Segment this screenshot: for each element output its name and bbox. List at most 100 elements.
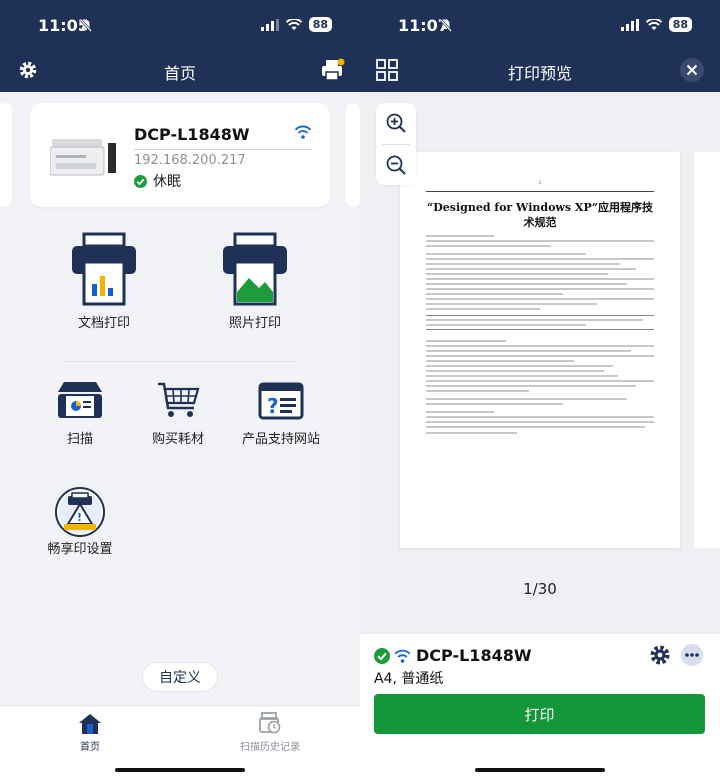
document-print-icon[interactable] [70,232,138,306]
app-header: 首页 [0,50,360,92]
text-line [426,345,654,347]
text-line [426,380,654,382]
scan-history-icon [259,712,281,734]
text-line [426,421,654,423]
printer-name: DCP-L1848W [134,125,250,144]
tab-home[interactable]: 首页 [60,706,120,756]
wifi-icon [285,18,302,30]
text-line [426,293,563,295]
status-bar: 11:07 88 [360,0,720,50]
shopping-cart-icon[interactable] [156,380,200,420]
zoom-out-icon[interactable] [386,155,406,175]
home-indicator [475,768,605,772]
text-line [426,258,654,260]
print-button[interactable]: 打印 [374,694,705,734]
section-rule [426,329,654,330]
app-header: 打印预览 [360,50,720,92]
text-line [426,253,586,255]
share-print-settings-icon[interactable]: ! [54,486,106,538]
check-circle-icon [374,648,390,664]
document-print-label: 文档打印 [77,316,130,331]
text-line [426,308,540,310]
printer-status-text: 休眠 [153,174,181,190]
next-printer-card[interactable] [346,103,360,207]
text-line [426,403,563,405]
mute-bell-icon [80,19,92,32]
photo-print-icon[interactable] [221,232,289,306]
text-line [426,245,552,247]
text-line [426,303,597,305]
status-indicators: 88 [260,17,332,32]
text-line [426,398,627,400]
text-line [426,350,632,352]
text-line [426,263,620,265]
text-line [426,298,654,300]
home-indicator [115,768,245,772]
svg-text:?: ? [267,394,279,418]
text-line [426,390,529,392]
section-divider [62,361,298,362]
text-line [426,355,654,357]
text-line [426,340,506,342]
print-settings-sheet: DCP-L1848W A4, 普通纸 打印 [360,633,720,780]
zoom-divider [382,144,410,145]
scan-label: 扫描 [66,432,93,447]
next-preview-page[interactable] [694,152,720,548]
prev-printer-card[interactable] [0,103,12,207]
printer-notify-icon[interactable] [320,57,346,83]
buy-supplies-label: 购买耗材 [151,432,204,447]
preview-page[interactable]: 1 “Designed for Windows XP”应用程序技术规范 [400,152,680,548]
text-line [426,416,654,418]
customize-button[interactable]: 自定义 [142,662,218,692]
share-print-settings-label: 畅享印设置 [47,542,113,557]
home-screen: 11:05 88 首页 DCP-L1848W 192.168.200.217 休… [0,0,360,780]
page-counter: 1/30 [523,580,557,598]
header-rule [426,191,654,192]
tab-home-label: 首页 [80,742,100,753]
print-preview-screen: 11:07 88 打印预览 1 “Designed for Windows XP… [360,0,720,780]
gear-icon[interactable] [649,644,671,666]
printer-status: 休眠 [134,171,181,191]
more-options-icon[interactable] [681,644,703,666]
wifi-icon [394,649,411,663]
text-line [426,432,518,434]
text-line [426,375,618,377]
text-line [426,365,613,367]
scan-icon[interactable] [58,380,102,420]
text-line [426,283,627,285]
selected-printer-name[interactable]: DCP-L1848W [416,646,531,665]
section-rule [426,315,654,316]
text-line [426,385,636,387]
text-line [426,370,604,372]
text-line [426,319,643,321]
tab-scan-history[interactable]: 扫描历史记录 [230,706,310,756]
text-line [426,273,609,275]
support-website-icon[interactable]: ? [258,382,304,420]
printer-ip: 192.168.200.217 [134,153,246,168]
document-title: “Designed for Windows XP”应用程序技术规范 [426,201,654,229]
status-indicators: 88 [620,17,692,32]
tab-bar: 首页 扫描历史记录 [0,705,360,780]
divider [134,149,312,150]
support-website-label: 产品支持网站 [241,432,320,447]
wifi-icon [645,18,662,30]
home-icon [79,714,101,734]
battery-indicator: 88 [668,17,692,32]
zoom-controls [376,103,416,185]
status-bar: 11:05 88 [0,0,360,50]
battery-indicator: 88 [308,17,332,32]
tab-scan-history-label: 扫描历史记录 [240,742,300,753]
check-circle-icon [134,174,147,188]
text-line [426,411,495,413]
mute-bell-icon [440,19,452,32]
zoom-in-icon[interactable] [386,113,406,133]
printer-card[interactable]: DCP-L1848W 192.168.200.217 休眠 [30,103,330,207]
text-line [426,235,495,237]
svg-text:!: ! [77,511,82,524]
signal-icon [260,18,279,31]
text-line [426,324,586,326]
text-line [426,240,654,242]
close-icon[interactable] [680,58,704,82]
paper-setting[interactable]: A4, 普通纸 [374,668,443,688]
wifi-icon [294,125,312,139]
